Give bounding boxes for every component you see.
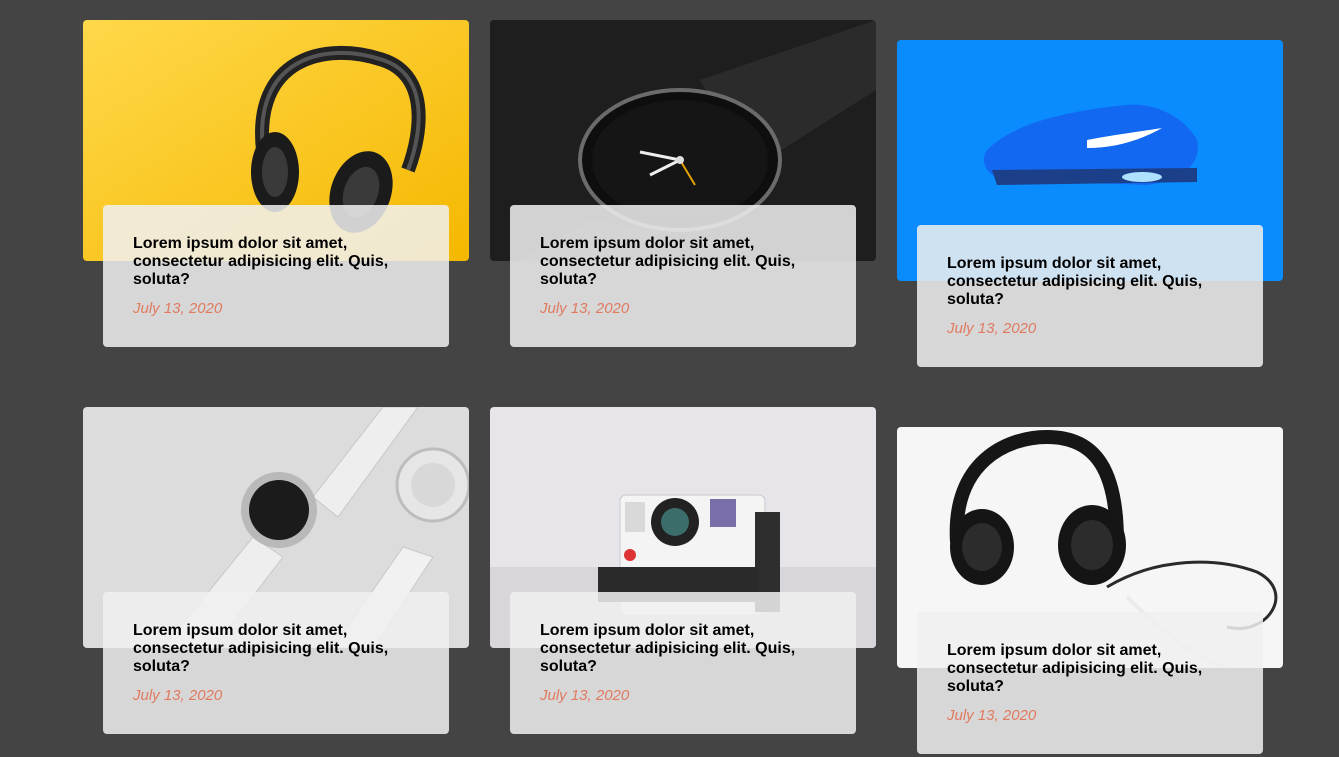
card-caption: Lorem ipsum dolor sit amet, consectetur … [103, 592, 449, 734]
card-date: July 13, 2020 [947, 320, 1037, 337]
card-date: July 13, 2020 [947, 707, 1037, 724]
card-date: July 13, 2020 [133, 300, 223, 317]
card-title[interactable]: Lorem ipsum dolor sit amet, consectetur … [540, 235, 826, 289]
card-caption: Lorem ipsum dolor sit amet, consectetur … [510, 205, 856, 347]
card-caption: Lorem ipsum dolor sit amet, consectetur … [917, 612, 1263, 754]
card-title[interactable]: Lorem ipsum dolor sit amet, consectetur … [133, 235, 419, 289]
card-caption: Lorem ipsum dolor sit amet, consectetur … [917, 225, 1263, 367]
card-title[interactable]: Lorem ipsum dolor sit amet, consectetur … [133, 622, 419, 676]
card-date: July 13, 2020 [540, 687, 630, 704]
card-title[interactable]: Lorem ipsum dolor sit amet, consectetur … [947, 642, 1233, 696]
card-date: July 13, 2020 [540, 300, 630, 317]
card-caption: Lorem ipsum dolor sit amet, consectetur … [510, 592, 856, 734]
card-title[interactable]: Lorem ipsum dolor sit amet, consectetur … [540, 622, 826, 676]
card-date: July 13, 2020 [133, 687, 223, 704]
card-caption: Lorem ipsum dolor sit amet, consectetur … [103, 205, 449, 347]
card-title[interactable]: Lorem ipsum dolor sit amet, consectetur … [947, 255, 1233, 309]
